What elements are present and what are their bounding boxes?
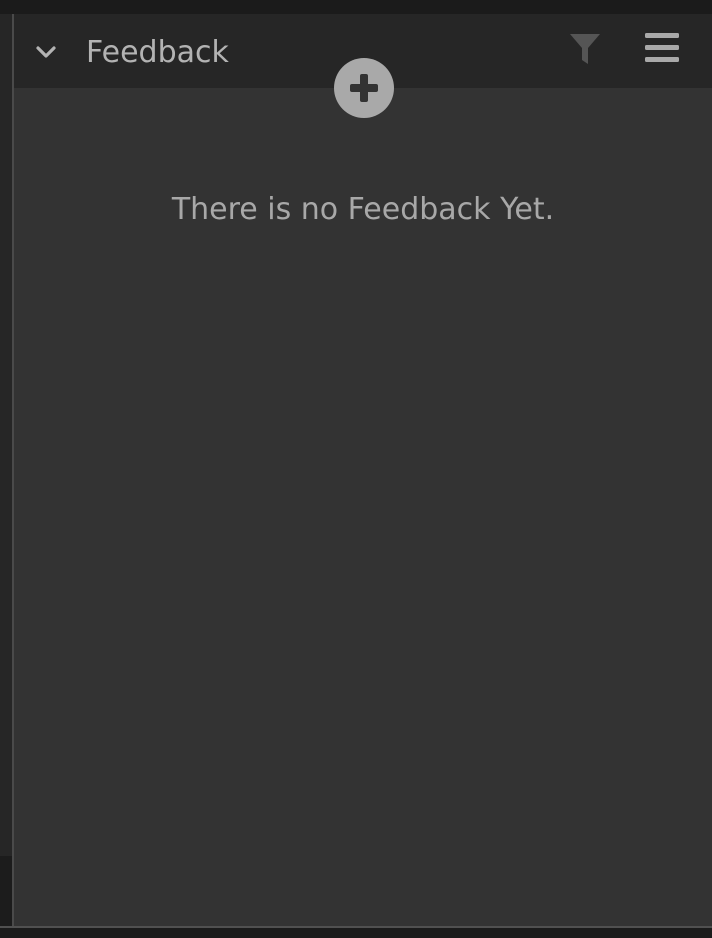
add-feedback-button[interactable] <box>334 58 394 118</box>
hamburger-menu-icon[interactable] <box>644 32 680 64</box>
plus-icon <box>350 74 378 102</box>
filter-icon[interactable] <box>568 31 602 69</box>
empty-state-message: There is no Feedback Yet. <box>171 192 555 227</box>
left-gutter <box>0 14 12 938</box>
window-top-strip <box>0 0 712 14</box>
window-bottom-strip <box>0 926 712 938</box>
feedback-panel: Feedback There is no Feedback Yet. <box>12 14 712 926</box>
chevron-down-icon[interactable] <box>34 40 58 64</box>
panel-title: Feedback <box>86 35 229 70</box>
